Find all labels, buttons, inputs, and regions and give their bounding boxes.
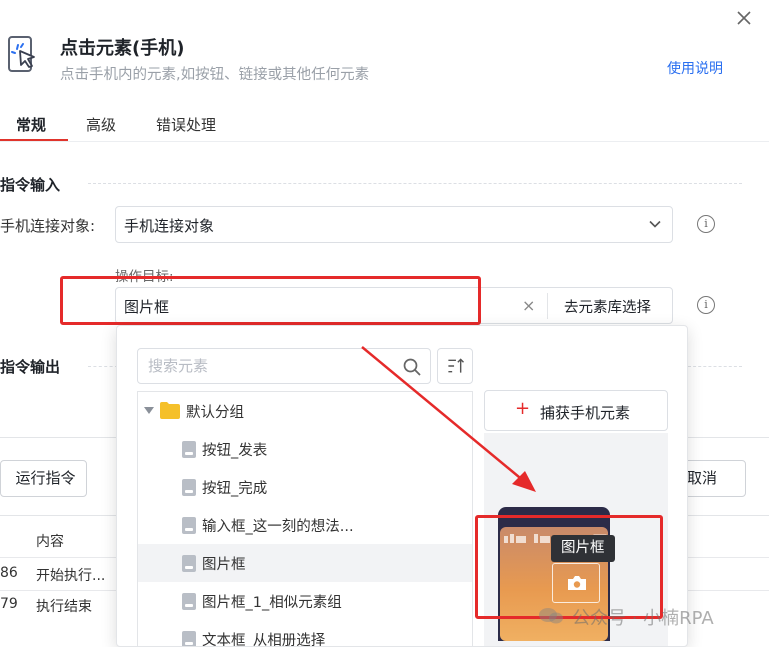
dialog-subtitle: 点击手机内的元素,如按钮、链接或其他任何元素: [60, 67, 370, 83]
tree-item-label: 图片框: [202, 557, 246, 573]
tree-item-selected[interactable]: 图片框: [138, 544, 472, 582]
plus-icon: +: [515, 398, 531, 419]
element-icon: [182, 517, 196, 534]
group-label: 默认分组: [186, 405, 244, 421]
element-icon: [182, 441, 196, 458]
log-row-num: 79: [0, 596, 18, 612]
clear-icon[interactable]: ×: [522, 296, 535, 315]
annotation-highlight-box: [60, 276, 481, 325]
tree-item[interactable]: 输入框_这一刻的想法...: [138, 506, 472, 544]
element-library-select-button[interactable]: 去元素库选择: [564, 296, 651, 317]
caret-down-icon[interactable]: [144, 407, 154, 415]
folder-icon: [160, 402, 180, 419]
phone-connection-select[interactable]: 手机连接对象: [115, 206, 673, 243]
tree-item-label: 按钮_完成: [202, 481, 268, 497]
tree-item-label: 输入框_这一刻的想法...: [202, 519, 354, 535]
sort-icon[interactable]: [437, 348, 473, 384]
element-icon: [182, 631, 196, 646]
element-icon: [182, 479, 196, 496]
search-box[interactable]: [137, 348, 431, 384]
tab-general[interactable]: 常规: [16, 114, 46, 135]
section-output-title: 指令输出: [0, 358, 61, 376]
tree-item-label: 按钮_发表: [202, 443, 268, 459]
help-link[interactable]: 使用说明: [667, 58, 723, 78]
tab-error-handling[interactable]: 错误处理: [156, 114, 216, 135]
info-icon[interactable]: i: [697, 296, 715, 314]
element-tree: 默认分组 按钮_发表 按钮_完成 输入框_这一刻的想法... 图片框 图片框_1…: [137, 391, 473, 647]
tree-item[interactable]: 文本框_从相册选择: [138, 620, 472, 647]
phone-connection-label: 手机连接对象:: [0, 217, 96, 235]
element-icon: [182, 593, 196, 610]
input-separator: [547, 293, 548, 319]
log-row-content: 开始执行...: [36, 568, 106, 584]
element-icon: [182, 555, 196, 572]
tree-item[interactable]: 按钮_完成: [138, 468, 472, 506]
info-icon[interactable]: i: [697, 215, 715, 233]
capture-button-label: 捕获手机元素: [540, 404, 631, 422]
search-icon[interactable]: [402, 357, 422, 377]
tree-item[interactable]: 图片框_1_相似元素组: [138, 582, 472, 620]
section-divider: [88, 183, 742, 184]
log-header-content: 内容: [36, 534, 64, 550]
section-divider: [88, 366, 118, 367]
tab-divider: [0, 141, 769, 142]
search-input[interactable]: [148, 355, 388, 377]
dialog-title: 点击元素(手机): [60, 38, 185, 59]
log-row-num: 86: [0, 565, 18, 581]
tab-advanced[interactable]: 高级: [86, 114, 116, 135]
section-divider: [688, 366, 742, 367]
log-row-content: 执行结束: [36, 599, 92, 615]
phone-connection-value: 手机连接对象: [124, 217, 215, 235]
chevron-down-icon: [649, 220, 661, 228]
tree-group-default[interactable]: 默认分组: [138, 392, 472, 430]
section-input-title: 指令输入: [0, 176, 61, 194]
tree-item-label: 文本框_从相册选择: [202, 633, 326, 647]
tree-item[interactable]: 按钮_发表: [138, 430, 472, 468]
phone-click-icon: [8, 36, 35, 72]
close-icon[interactable]: [734, 8, 754, 28]
tree-item-label: 图片框_1_相似元素组: [202, 595, 342, 611]
run-instruction-button[interactable]: 运行指令: [0, 460, 87, 497]
capture-phone-element-button[interactable]: + 捕获手机元素: [484, 390, 668, 431]
watermark-text: 公众号 · 小楠RPA: [572, 608, 714, 629]
